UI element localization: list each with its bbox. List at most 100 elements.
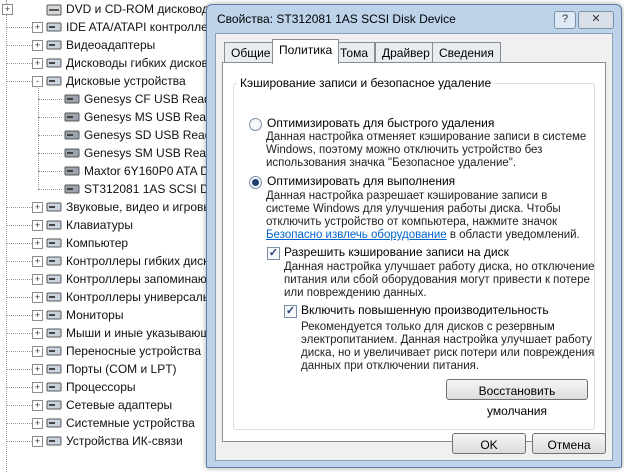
desc-line: отключить устройство от компьютера, нажм… bbox=[266, 216, 558, 228]
tree-item-label: IDE ATA/ATAPI контроллеры bbox=[66, 20, 224, 34]
help-button[interactable]: ? bbox=[554, 11, 576, 29]
tab-volumes[interactable]: Тома bbox=[333, 42, 375, 63]
quick-removal-radio[interactable] bbox=[249, 118, 262, 131]
system-icon bbox=[46, 418, 62, 428]
drive-icon bbox=[64, 148, 80, 158]
tree-connector bbox=[7, 225, 32, 226]
expand-icon[interactable]: + bbox=[32, 40, 43, 51]
performance-description: Данная настройка разрешает кэширование з… bbox=[266, 190, 580, 242]
write-cache-checkbox[interactable]: ✓ bbox=[267, 247, 280, 260]
help-icon: ? bbox=[561, 13, 569, 25]
expand-icon[interactable]: + bbox=[32, 202, 43, 213]
disk-icon bbox=[46, 76, 62, 86]
performance-label[interactable]: Оптимизировать для выполнения bbox=[267, 174, 455, 188]
desc-line: Безопасно извлечь оборудование в области… bbox=[266, 229, 580, 242]
desc-line: электропитанием. Данная настройка улучша… bbox=[301, 334, 592, 346]
expand-icon[interactable]: + bbox=[32, 346, 43, 357]
close-button[interactable]: ✕ bbox=[578, 11, 614, 29]
storage-icon bbox=[46, 274, 62, 284]
keyboard-icon bbox=[46, 220, 62, 230]
advanced-performance-label[interactable]: Включить повышенную производительность bbox=[301, 303, 549, 317]
sound-icon bbox=[46, 202, 62, 212]
tree-item-label: Мониторы bbox=[66, 308, 124, 322]
ok-button[interactable]: OK bbox=[452, 433, 526, 454]
tree-guide-line bbox=[38, 86, 39, 189]
expand-icon[interactable]: + bbox=[2, 4, 13, 15]
expand-icon[interactable]: + bbox=[32, 436, 43, 447]
tab-details[interactable]: Сведения bbox=[432, 42, 501, 63]
cpu-icon bbox=[46, 382, 62, 392]
desc-line: системе Windows для улучшения работы дис… bbox=[266, 203, 561, 215]
tree-item-label: DVD и CD-ROM дисководы bbox=[66, 2, 218, 16]
properties-dialog: Свойства: ST312081 1AS SCSI Disk Device … bbox=[206, 4, 622, 468]
desc-line: Windows, поэтому можно отключить устройс… bbox=[266, 144, 543, 156]
tree-connector bbox=[7, 405, 32, 406]
drive-icon bbox=[64, 112, 80, 122]
expand-icon[interactable]: + bbox=[32, 328, 43, 339]
desc-line: Данная настройка улучшает работу диска, … bbox=[284, 261, 595, 273]
expand-icon[interactable]: + bbox=[32, 310, 43, 321]
desc-line: использования значка "Безопасное удалени… bbox=[266, 157, 517, 169]
floppy-icon bbox=[46, 256, 62, 266]
group-title: Кэширование записи и безопасное удаление bbox=[237, 76, 495, 90]
floppy-icon bbox=[46, 58, 62, 68]
drive-icon bbox=[64, 94, 80, 104]
usb-icon bbox=[46, 292, 62, 302]
tree-connector bbox=[7, 351, 32, 352]
drive-icon bbox=[64, 130, 80, 140]
tree-item-label: Genesys MS USB Reader bbox=[84, 110, 224, 124]
desc-line: Данная настройка разрешает кэширование з… bbox=[266, 190, 548, 202]
advanced-performance-description: Рекомендуется только для дисков с резерв… bbox=[301, 321, 594, 373]
drive-icon bbox=[64, 166, 80, 176]
tree-guide-line bbox=[6, 0, 7, 472]
expand-icon[interactable]: + bbox=[32, 22, 43, 33]
tree-connector bbox=[38, 99, 62, 100]
tree-connector bbox=[7, 45, 32, 46]
tree-connector bbox=[38, 153, 62, 154]
expand-icon[interactable]: + bbox=[32, 418, 43, 429]
tree-connector bbox=[7, 441, 32, 442]
expand-icon[interactable]: + bbox=[32, 220, 43, 231]
expand-icon[interactable]: + bbox=[32, 382, 43, 393]
write-cache-label[interactable]: Разрешить кэширование записи на диск bbox=[284, 245, 509, 259]
advanced-performance-checkbox[interactable]: ✓ bbox=[284, 305, 297, 318]
tree-item-label: Порты (COM и LPT) bbox=[66, 362, 177, 376]
expand-icon[interactable]: + bbox=[32, 364, 43, 375]
tree-connector bbox=[7, 333, 32, 334]
expand-icon[interactable]: + bbox=[32, 292, 43, 303]
tree-connector bbox=[7, 207, 32, 208]
tree-connector bbox=[7, 261, 32, 262]
expand-icon[interactable]: + bbox=[32, 274, 43, 285]
tab-general[interactable]: Общие bbox=[224, 42, 278, 63]
tab-driver[interactable]: Драйвер bbox=[375, 42, 437, 63]
tree-item-label: Переносные устройства bbox=[66, 344, 202, 358]
tree-connector bbox=[7, 387, 32, 388]
tree-connector bbox=[38, 135, 62, 136]
tree-item-label: Genesys SM USB Reader bbox=[84, 146, 224, 160]
restore-defaults-button[interactable]: Восстановить умолчания bbox=[446, 379, 588, 418]
tree-connector bbox=[38, 117, 62, 118]
radio-selected-dot bbox=[252, 179, 259, 186]
tree-item-label: Видеоадаптеры bbox=[66, 38, 156, 52]
performance-radio[interactable] bbox=[249, 176, 262, 189]
expand-icon[interactable]: + bbox=[32, 256, 43, 267]
tree-connector bbox=[7, 243, 32, 244]
expand-icon[interactable]: + bbox=[32, 58, 43, 69]
tree-item-label: Процессоры bbox=[66, 380, 136, 394]
title-bar[interactable]: Свойства: ST312081 1AS SCSI Disk Device … bbox=[207, 5, 621, 33]
tree-item-label: Компьютер bbox=[66, 236, 129, 250]
expand-icon[interactable]: + bbox=[32, 238, 43, 249]
tree-connector bbox=[7, 315, 32, 316]
policies-panel: Кэширование записи и безопасное удаление… bbox=[222, 62, 606, 442]
quick-removal-label[interactable]: Оптимизировать для быстрого удаления bbox=[267, 116, 494, 130]
expand-icon[interactable]: + bbox=[32, 400, 43, 411]
tree-item-label: Системные устройства bbox=[66, 416, 195, 430]
safely-remove-link[interactable]: Безопасно извлечь оборудование bbox=[266, 229, 447, 241]
link-suffix: в области уведомлений. bbox=[446, 229, 580, 241]
tree-connector bbox=[7, 27, 32, 28]
tab-policies[interactable]: Политика bbox=[272, 39, 340, 64]
cancel-button[interactable]: Отмена bbox=[532, 433, 606, 454]
window-title: Свойства: ST312081 1AS SCSI Disk Device bbox=[217, 12, 456, 26]
tree-connector bbox=[7, 279, 32, 280]
desc-line: Данная настройка отменяет кэширование за… bbox=[266, 131, 587, 143]
